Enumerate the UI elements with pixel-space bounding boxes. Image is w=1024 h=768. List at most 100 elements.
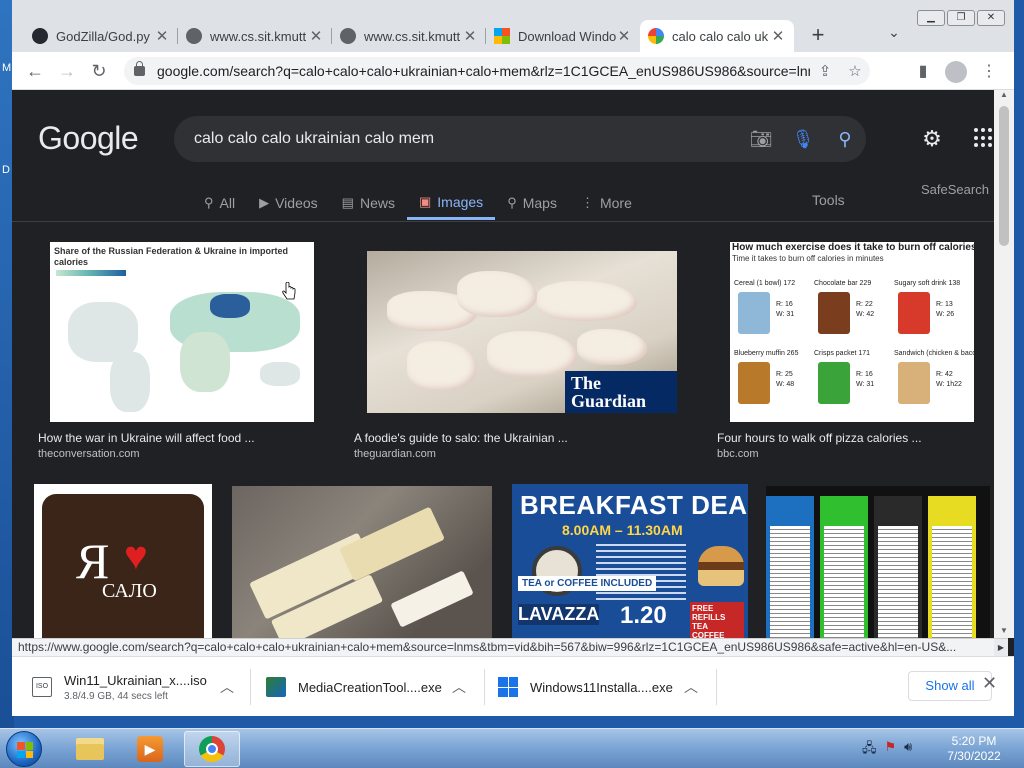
- tab-all[interactable]: ⚲ All: [192, 186, 247, 220]
- page-scrollbar[interactable]: ▲ ▼: [994, 90, 1014, 638]
- volume-icon[interactable]: 🔊︎: [904, 739, 912, 761]
- clock-time: 5:20 PM: [951, 734, 997, 748]
- tab-google-search[interactable]: calo calo calo uk ✕: [640, 20, 794, 52]
- tab-cs-sit-2[interactable]: www.cs.sit.kmutt ✕: [332, 20, 486, 52]
- result-site[interactable]: theconversation.com: [38, 448, 140, 460]
- share-icon[interactable]: ⇪: [810, 62, 840, 80]
- media-creation-icon: [266, 677, 286, 697]
- close-tab-icon[interactable]: ✕: [616, 27, 632, 45]
- forward-button[interactable]: →: [54, 59, 80, 83]
- close-tab-icon[interactable]: ✕: [462, 27, 478, 45]
- new-tab-button[interactable]: +: [804, 22, 832, 50]
- show-all-button[interactable]: Show all: [908, 671, 992, 701]
- scroll-down-arrow-icon[interactable]: ▼: [994, 626, 1014, 635]
- tools-button[interactable]: Tools: [812, 192, 845, 208]
- maximize-button[interactable]: ❐: [947, 10, 975, 26]
- download-item[interactable]: ISO Win11_Ukrainian_x....iso 3.8/4.9 GB,…: [32, 657, 250, 717]
- window-controls: ▁ ❐ ✕: [917, 10, 1005, 26]
- close-window-button[interactable]: ✕: [977, 10, 1005, 26]
- food-image: [898, 292, 930, 334]
- chrome-menu-icon[interactable]: ⋮: [978, 61, 1000, 83]
- taskbar-media-player[interactable]: ▶: [122, 731, 178, 767]
- scroll-up-arrow-icon[interactable]: ▲: [994, 90, 1014, 99]
- tab-images[interactable]: ▣ Images: [406, 186, 496, 220]
- calorie-item: Sugary soft drink 138 R: 13 W: 26: [894, 280, 970, 350]
- calorie-item-times: R: 25 W: 48: [776, 371, 795, 388]
- chevron-up-icon[interactable]: ︿: [220, 677, 234, 697]
- url-text[interactable]: google.com/search?q=calo+calo+calo+ukrai…: [157, 63, 810, 79]
- tab-github[interactable]: GodZilla/God.py ✕: [24, 20, 178, 52]
- taskbar-clock[interactable]: 5:20 PM 7/30/2022: [938, 734, 1010, 764]
- search-box[interactable]: calo calo calo ukrainian calo mem 📷︎ 🎙︎ …: [174, 116, 866, 162]
- result-title[interactable]: Four hours to walk off pizza calories ..…: [717, 431, 922, 445]
- search-icon[interactable]: ⚲: [824, 129, 866, 150]
- result-title[interactable]: How the war in Ukraine will affect food …: [38, 431, 255, 445]
- chevron-up-icon[interactable]: ︿: [452, 677, 466, 697]
- scrollbar-thumb[interactable]: [999, 106, 1009, 246]
- network-icon[interactable]: 🖧︎: [862, 739, 877, 761]
- news-icon: ▤: [341, 195, 354, 210]
- action-center-flag-icon[interactable]: ⚑: [885, 739, 897, 761]
- cereal-box: [766, 496, 814, 638]
- tab-cs-sit-1[interactable]: www.cs.sit.kmutt ✕: [178, 20, 332, 52]
- result-thumbnail[interactable]: How much exercise does it take to burn o…: [730, 242, 974, 422]
- address-bar[interactable]: google.com/search?q=calo+calo+calo+ukrai…: [124, 57, 870, 85]
- tab-download-windows[interactable]: Download Windo ✕: [486, 20, 640, 52]
- close-tab-icon[interactable]: ✕: [308, 27, 324, 45]
- tab-label: News: [359, 195, 395, 211]
- food-image: [738, 292, 770, 334]
- google-logo[interactable]: Google: [38, 120, 139, 157]
- food-image: [898, 362, 930, 404]
- map-pin-icon: ⚲: [507, 195, 517, 210]
- result-site[interactable]: bbc.com: [717, 448, 759, 460]
- tshirt-image: Я ♥ САЛО: [42, 494, 204, 638]
- download-progress: 3.8/4.9 GB, 44 secs left: [64, 690, 168, 702]
- tab-maps[interactable]: ⚲ Maps: [495, 186, 569, 220]
- sandwich-image: [698, 546, 744, 586]
- price-text: 1.20: [620, 602, 667, 629]
- side-panel-icon[interactable]: ▮: [912, 61, 934, 83]
- safesearch-toggle[interactable]: SafeSearch: [921, 182, 989, 197]
- google-apps-icon[interactable]: [974, 128, 994, 148]
- result-thumbnail[interactable]: Я ♥ САЛО: [34, 484, 212, 638]
- profile-avatar[interactable]: [945, 61, 967, 83]
- result-title[interactable]: A foodie's guide to salo: the Ukrainian …: [354, 431, 568, 445]
- reload-button[interactable]: ↻: [86, 59, 112, 83]
- map-legend: [56, 270, 126, 276]
- tab-search-chevron-icon[interactable]: ⌄: [884, 24, 904, 41]
- cereal-box: [820, 496, 868, 638]
- calorie-item: Crisps packet 171 R: 16 W: 31: [814, 350, 890, 420]
- minimize-button[interactable]: ▁: [917, 10, 945, 26]
- calorie-item-label: Sugary soft drink 138: [894, 280, 961, 287]
- taskbar-explorer[interactable]: [62, 731, 118, 767]
- github-icon: [32, 28, 48, 44]
- close-tab-icon[interactable]: ✕: [770, 27, 786, 45]
- divider: [12, 221, 994, 222]
- search-input[interactable]: calo calo calo ukrainian calo mem: [194, 130, 740, 148]
- bookmark-star-icon[interactable]: ☆: [840, 62, 870, 80]
- camera-icon[interactable]: 📷︎: [740, 129, 782, 150]
- download-item[interactable]: MediaCreationTool....exe ︿: [266, 657, 484, 717]
- tab-more[interactable]: ⋮ More: [569, 186, 644, 220]
- result-thumbnail[interactable]: [232, 486, 492, 638]
- result-thumbnail[interactable]: The Guardian: [367, 251, 677, 413]
- taskbar-chrome[interactable]: [184, 731, 240, 767]
- result-thumbnail[interactable]: Share of the Russian Federation & Ukrain…: [50, 242, 314, 422]
- lock-icon[interactable]: [134, 61, 145, 76]
- result-thumbnail[interactable]: BREAKFAST DEALS 8.00AM – 11.30AM TEA or …: [512, 484, 748, 638]
- start-button[interactable]: [6, 731, 42, 767]
- back-button[interactable]: ←: [22, 59, 48, 83]
- download-item[interactable]: Windows11Installa....exe ︿: [498, 657, 716, 717]
- chevron-up-icon[interactable]: ︿: [684, 677, 698, 697]
- close-tab-icon[interactable]: ✕: [154, 27, 170, 45]
- microphone-icon[interactable]: 🎙︎: [782, 129, 824, 150]
- settings-gear-icon[interactable]: ⚙: [920, 127, 944, 151]
- breakfast-time: 8.00AM – 11.30AM: [562, 522, 683, 538]
- google-results-page: Google calo calo calo ukrainian calo mem…: [12, 90, 994, 638]
- tab-news[interactable]: ▤ News: [330, 186, 407, 220]
- result-site[interactable]: theguardian.com: [354, 448, 436, 460]
- cereal-box: [928, 496, 976, 638]
- close-shelf-icon[interactable]: ✕: [982, 673, 997, 694]
- result-thumbnail[interactable]: [766, 486, 990, 638]
- tab-videos[interactable]: ▶ Videos: [247, 186, 330, 220]
